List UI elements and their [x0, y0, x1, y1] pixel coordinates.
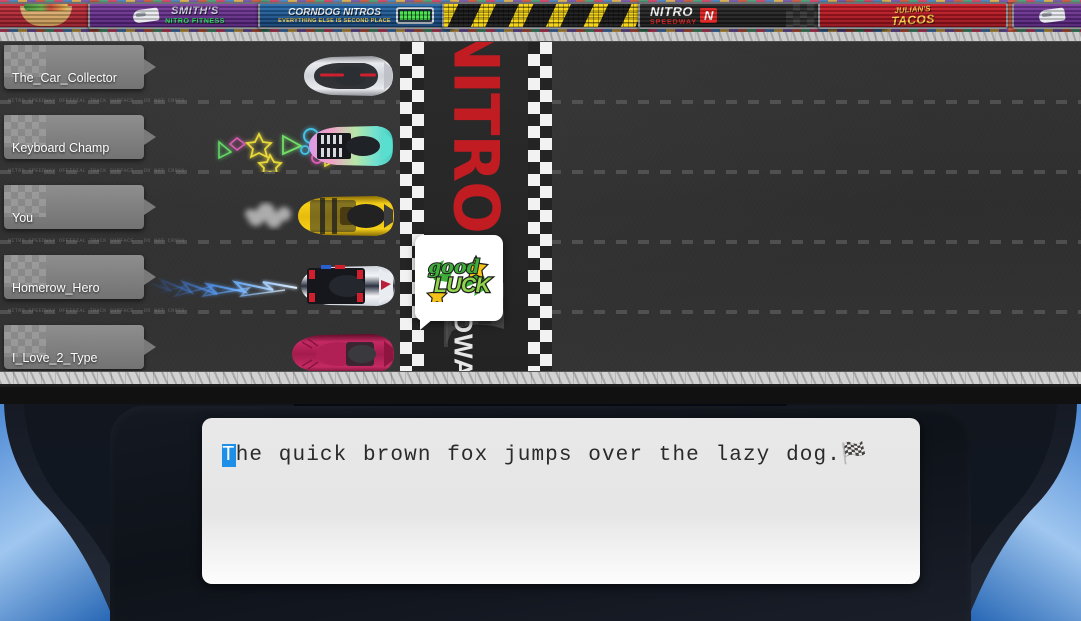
- racer-name: Keyboard Champ: [12, 141, 110, 155]
- track-title: NITRO SPEEDWAY: [440, 42, 513, 371]
- car-i-love-2-type: [288, 330, 398, 371]
- car-you: [240, 190, 396, 242]
- typing-race-game: SMITH'S NITRO FITNESS CORNDOG NITROS EVE…: [0, 0, 1081, 621]
- track-title-nitro: NITRO: [439, 42, 513, 233]
- ad-banner-chevron-arrows: [442, 2, 650, 29]
- fuel-gauge-icon: [395, 7, 434, 24]
- typing-cursor-char: T: [222, 444, 236, 467]
- track-surface-text: NITRO SPEEDWAY OFFICIAL TRACK SURFACE - …: [8, 98, 185, 104]
- crimson-supercar-icon: [292, 334, 394, 371]
- ad-banner-smiths-line2: NITRO FITNESS: [165, 17, 225, 25]
- car-homerow-hero: [145, 260, 397, 312]
- ad-banner-nitro-line1: NITRO: [650, 4, 693, 19]
- yellow-muscle-car-with-smoke-icon: [245, 196, 394, 236]
- typing-input-box[interactable]: The quick brown fox jumps over the lazy …: [202, 418, 920, 584]
- ad-banner-corndog-line1: CORNDOG NITROS: [288, 6, 381, 18]
- checkered-flag-icon: 🏁: [840, 441, 868, 465]
- track-wall-bottom: [0, 371, 1081, 387]
- racer-name: The_Car_Collector: [12, 71, 117, 85]
- typing-remaining-line1: he quick brown fox jumps over the lazy: [235, 444, 771, 467]
- holo-supercar-with-neon-trail-icon: [218, 126, 393, 177]
- nametag-the-car-collector[interactable]: The_Car_Collector: [4, 45, 156, 89]
- taco-icon: [20, 4, 72, 26]
- ad-banner-corndog: CORNDOG NITROS EVERYTHING ELSE IS SECOND…: [258, 2, 454, 29]
- silver-supercar-icon: [304, 56, 393, 96]
- stadium-crowd-strip: SMITH'S NITRO FITNESS CORNDOG NITROS EVE…: [0, 0, 1081, 32]
- racer-name: I_Love_2_Type: [12, 351, 98, 365]
- racer-name: Homerow_Hero: [12, 281, 100, 295]
- typing-remaining-line2: dog.: [786, 444, 841, 467]
- car-keyboard-champ: [205, 120, 395, 177]
- track-surface-text: NITRO SPEEDWAY OFFICIAL TRACK SURFACE - …: [8, 238, 185, 244]
- race-track: NITRO SPEEDWAY OFFICIAL TRACK SURFACE - …: [0, 42, 1081, 371]
- typing-prompt-text: The quick brown fox jumps over the lazy …: [222, 436, 900, 473]
- nametag-keyboard-champ[interactable]: Keyboard Champ: [4, 115, 156, 159]
- track-wall-top: [0, 32, 1081, 42]
- racer-name: You: [12, 211, 34, 225]
- ad-banner-shoe-right: [1012, 2, 1081, 29]
- ad-banner-smiths-line1: SMITH'S: [171, 5, 219, 18]
- nametag-i-love-2-type[interactable]: I_Love_2_Type: [4, 325, 156, 369]
- sneaker-icon-right: [1038, 7, 1066, 24]
- car-the-car-collector: [298, 52, 396, 100]
- chevron-arrows-icon: [444, 4, 648, 27]
- checker-stripe-right: [528, 42, 552, 371]
- ad-banner-julians-tacos: JULIAN'S TACOS: [818, 2, 1008, 29]
- ad-banner-julians-line2: TACOS: [891, 11, 936, 28]
- ad-banner-corndog-line2: EVERYTHING ELSE IS SECOND PLACE: [278, 17, 391, 24]
- sneaker-icon: [132, 7, 160, 24]
- good-luck-bubble: good LUCK: [415, 235, 503, 330]
- ad-banner-nitro-line2: SPEEDWAY: [650, 18, 698, 26]
- nametag-you[interactable]: You: [4, 185, 156, 229]
- nitro-n-badge: N: [700, 7, 718, 23]
- track-surface-text: NITRO SPEEDWAY OFFICIAL TRACK SURFACE - …: [8, 168, 185, 174]
- good-luck-line2: LUCK: [433, 273, 492, 299]
- ad-banner-taco-left: [0, 2, 100, 29]
- nametag-homerow-hero[interactable]: Homerow_Hero: [4, 255, 156, 299]
- ad-banner-smiths: SMITH'S NITRO FITNESS: [88, 2, 270, 29]
- race-livery-car-with-lightning-icon: [146, 265, 395, 306]
